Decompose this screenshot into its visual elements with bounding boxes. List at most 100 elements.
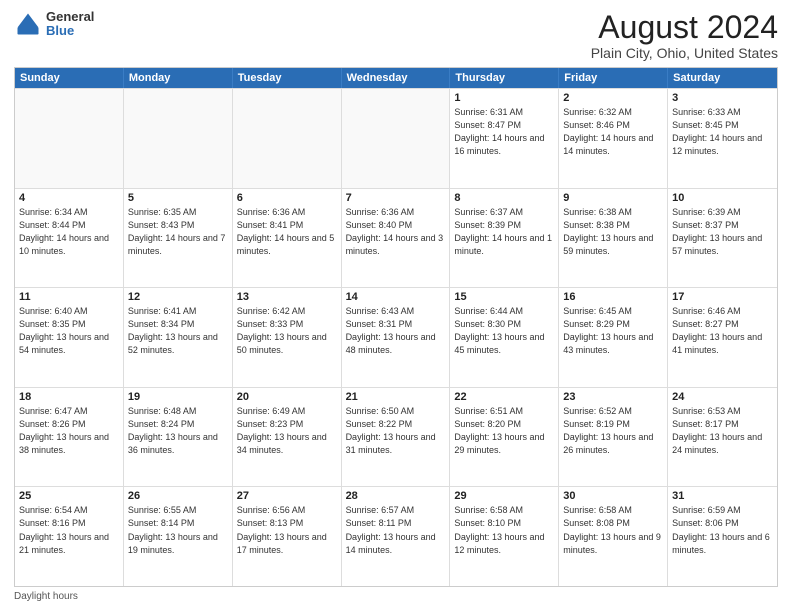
cell-info: Sunrise: 6:31 AM Sunset: 8:47 PM Dayligh… <box>454 106 554 158</box>
calendar-cell: 9Sunrise: 6:38 AM Sunset: 8:38 PM Daylig… <box>559 189 668 288</box>
calendar-cell: 12 Sunrise: 6:41 AM Sunset: 8:34 PM Dayli… <box>124 288 233 387</box>
calendar-cell <box>15 89 124 188</box>
day-number: 7 <box>346 192 446 204</box>
calendar-cell: 4Sunrise: 6:34 AM Sunset: 8:44 PM Daylig… <box>15 189 124 288</box>
calendar-cell: 8 Sunrise: 6:37 AM Sunset: 8:39 PM Daylig… <box>450 189 559 288</box>
calendar-header-cell: Tuesday <box>233 68 342 88</box>
cell-info: Sunrise: 6:46 AM Sunset: 8:27 PM Dayligh… <box>672 305 773 357</box>
day-number: 27 <box>237 490 337 502</box>
day-number: 11 <box>19 291 119 303</box>
calendar-row: 25 Sunrise: 6:54 AM Sunset: 8:16 PM Dayli… <box>15 486 777 586</box>
calendar-cell: 27 Sunrise: 6:56 AM Sunset: 8:13 PM Dayli… <box>233 487 342 586</box>
calendar-row: 4Sunrise: 6:34 AM Sunset: 8:44 PM Daylig… <box>15 188 777 288</box>
cell-info: Sunrise: 6:40 AM Sunset: 8:35 PM Dayligh… <box>19 305 119 357</box>
daylight-label: Daylight hours <box>14 591 78 602</box>
cell-info: Sunrise: 6:36 AM Sunset: 8:41 PM Dayligh… <box>237 206 337 258</box>
calendar-cell: 13Sunrise: 6:42 AM Sunset: 8:33 PM Dayli… <box>233 288 342 387</box>
day-number: 3 <box>672 92 773 104</box>
day-number: 22 <box>454 391 554 403</box>
logo: General Blue <box>14 10 94 39</box>
day-number: 12 <box>128 291 228 303</box>
calendar-cell: 7 Sunrise: 6:36 AM Sunset: 8:40 PM Daylig… <box>342 189 451 288</box>
calendar-cell: 29 Sunrise: 6:58 AM Sunset: 8:10 PM Dayli… <box>450 487 559 586</box>
calendar-header-cell: Wednesday <box>342 68 451 88</box>
calendar-header-cell: Sunday <box>15 68 124 88</box>
calendar-cell: 11 Sunrise: 6:40 AM Sunset: 8:35 PM Dayli… <box>15 288 124 387</box>
cell-info: Sunrise: 6:55 AM Sunset: 8:14 PM Dayligh… <box>128 504 228 556</box>
cell-info: Sunrise: 6:50 AM Sunset: 8:22 PM Dayligh… <box>346 405 446 457</box>
calendar-header-cell: Friday <box>559 68 668 88</box>
day-number: 25 <box>19 490 119 502</box>
cell-info: Sunrise: 6:59 AM Sunset: 8:06 PM Dayligh… <box>672 504 773 556</box>
calendar-cell: 17 Sunrise: 6:46 AM Sunset: 8:27 PM Dayli… <box>668 288 777 387</box>
cell-info: Sunrise: 6:48 AM Sunset: 8:24 PM Dayligh… <box>128 405 228 457</box>
day-number: 5 <box>128 192 228 204</box>
page: General Blue August 2024 Plain City, Ohi… <box>0 0 792 612</box>
calendar-cell: 25 Sunrise: 6:54 AM Sunset: 8:16 PM Dayli… <box>15 487 124 586</box>
calendar-cell: 6Sunrise: 6:36 AM Sunset: 8:41 PM Daylig… <box>233 189 342 288</box>
page-title: August 2024 <box>591 10 778 45</box>
calendar-cell: 2Sunrise: 6:32 AM Sunset: 8:46 PM Daylig… <box>559 89 668 188</box>
cell-info: Sunrise: 6:53 AM Sunset: 8:17 PM Dayligh… <box>672 405 773 457</box>
cell-info: Sunrise: 6:42 AM Sunset: 8:33 PM Dayligh… <box>237 305 337 357</box>
cell-info: Sunrise: 6:45 AM Sunset: 8:29 PM Dayligh… <box>563 305 663 357</box>
logo-general: General <box>46 10 94 24</box>
day-number: 31 <box>672 490 773 502</box>
day-number: 8 <box>454 192 554 204</box>
cell-info: Sunrise: 6:58 AM Sunset: 8:10 PM Dayligh… <box>454 504 554 556</box>
calendar-cell: 31 Sunrise: 6:59 AM Sunset: 8:06 PM Dayli… <box>668 487 777 586</box>
calendar-cell <box>124 89 233 188</box>
day-number: 1 <box>454 92 554 104</box>
calendar-cell: 26 Sunrise: 6:55 AM Sunset: 8:14 PM Dayli… <box>124 487 233 586</box>
calendar-cell: 15 Sunrise: 6:44 AM Sunset: 8:30 PM Dayli… <box>450 288 559 387</box>
day-number: 20 <box>237 391 337 403</box>
calendar-header-cell: Monday <box>124 68 233 88</box>
cell-info: Sunrise: 6:41 AM Sunset: 8:34 PM Dayligh… <box>128 305 228 357</box>
cell-info: Sunrise: 6:56 AM Sunset: 8:13 PM Dayligh… <box>237 504 337 556</box>
calendar-row: 18Sunrise: 6:47 AM Sunset: 8:26 PM Dayli… <box>15 387 777 487</box>
day-number: 19 <box>128 391 228 403</box>
title-block: August 2024 Plain City, Ohio, United Sta… <box>591 10 778 61</box>
calendar-cell: 14Sunrise: 6:43 AM Sunset: 8:31 PM Dayli… <box>342 288 451 387</box>
day-number: 15 <box>454 291 554 303</box>
logo-blue: Blue <box>46 24 94 38</box>
calendar-body: 1 Sunrise: 6:31 AM Sunset: 8:47 PM Daylig… <box>15 88 777 586</box>
day-number: 28 <box>346 490 446 502</box>
day-number: 16 <box>563 291 663 303</box>
calendar-cell <box>233 89 342 188</box>
calendar-cell: 21 Sunrise: 6:50 AM Sunset: 8:22 PM Dayli… <box>342 388 451 487</box>
calendar-cell <box>342 89 451 188</box>
cell-info: Sunrise: 6:47 AM Sunset: 8:26 PM Dayligh… <box>19 405 119 457</box>
cell-info: Sunrise: 6:54 AM Sunset: 8:16 PM Dayligh… <box>19 504 119 556</box>
day-number: 21 <box>346 391 446 403</box>
day-number: 30 <box>563 490 663 502</box>
calendar-row: 11 Sunrise: 6:40 AM Sunset: 8:35 PM Dayli… <box>15 287 777 387</box>
cell-info: Sunrise: 6:36 AM Sunset: 8:40 PM Dayligh… <box>346 206 446 258</box>
cell-info: Sunrise: 6:39 AM Sunset: 8:37 PM Dayligh… <box>672 206 773 258</box>
cell-info: Sunrise: 6:49 AM Sunset: 8:23 PM Dayligh… <box>237 405 337 457</box>
cell-info: Sunrise: 6:43 AM Sunset: 8:31 PM Dayligh… <box>346 305 446 357</box>
day-number: 23 <box>563 391 663 403</box>
footer: Daylight hours <box>14 591 778 602</box>
calendar-cell: 22Sunrise: 6:51 AM Sunset: 8:20 PM Dayli… <box>450 388 559 487</box>
calendar-cell: 16 Sunrise: 6:45 AM Sunset: 8:29 PM Dayli… <box>559 288 668 387</box>
day-number: 29 <box>454 490 554 502</box>
calendar: SundayMondayTuesdayWednesdayThursdayFrid… <box>14 67 778 587</box>
logo-text: General Blue <box>46 10 94 39</box>
calendar-cell: 20 Sunrise: 6:49 AM Sunset: 8:23 PM Dayli… <box>233 388 342 487</box>
cell-info: Sunrise: 6:34 AM Sunset: 8:44 PM Dayligh… <box>19 206 119 258</box>
cell-info: Sunrise: 6:58 AM Sunset: 8:08 PM Dayligh… <box>563 504 663 556</box>
calendar-cell: 19 Sunrise: 6:48 AM Sunset: 8:24 PM Dayli… <box>124 388 233 487</box>
day-number: 26 <box>128 490 228 502</box>
calendar-header-cell: Saturday <box>668 68 777 88</box>
calendar-header: SundayMondayTuesdayWednesdayThursdayFrid… <box>15 68 777 88</box>
cell-info: Sunrise: 6:37 AM Sunset: 8:39 PM Dayligh… <box>454 206 554 258</box>
header: General Blue August 2024 Plain City, Ohi… <box>14 10 778 61</box>
cell-info: Sunrise: 6:35 AM Sunset: 8:43 PM Dayligh… <box>128 206 228 258</box>
day-number: 10 <box>672 192 773 204</box>
day-number: 17 <box>672 291 773 303</box>
calendar-cell: 18Sunrise: 6:47 AM Sunset: 8:26 PM Dayli… <box>15 388 124 487</box>
cell-info: Sunrise: 6:44 AM Sunset: 8:30 PM Dayligh… <box>454 305 554 357</box>
calendar-header-cell: Thursday <box>450 68 559 88</box>
calendar-cell: 28Sunrise: 6:57 AM Sunset: 8:11 PM Dayli… <box>342 487 451 586</box>
